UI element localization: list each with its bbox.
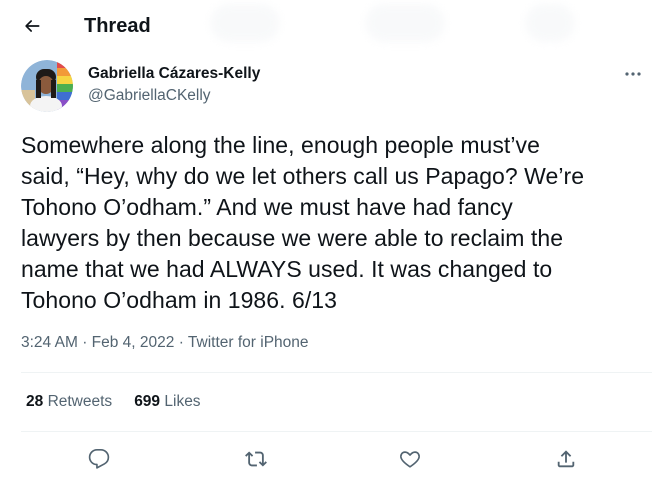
divider [21, 431, 652, 432]
likes-stat[interactable]: 699 Likes [134, 392, 200, 412]
profile-photo [21, 60, 73, 112]
retweet-icon [245, 451, 267, 467]
retweets-stat[interactable]: 28 Retweets [26, 392, 112, 412]
tweet-date[interactable]: Feb 4, 2022 [92, 334, 175, 351]
meta-separator: · [82, 334, 88, 351]
thread-header: Thread [0, 0, 652, 52]
tweet-time[interactable]: 3:24 AM [21, 334, 78, 351]
arrow-left-icon [25, 20, 40, 32]
more-options-button[interactable] [620, 64, 646, 84]
reply-button[interactable] [84, 444, 114, 474]
likes-count: 699 [134, 393, 161, 410]
share-icon [557, 450, 575, 468]
blurred-header-element [525, 4, 575, 42]
tweet-source[interactable]: Twitter for iPhone [188, 334, 309, 351]
retweets-count: 28 [26, 393, 44, 410]
tweet-meta: 3:24 AM · Feb 4, 2022 · Twitter for iPho… [21, 333, 309, 353]
page-title: Thread [84, 15, 151, 37]
author-handle[interactable]: @GabriellaCKelly [88, 86, 211, 106]
heart-icon [400, 451, 420, 468]
back-button[interactable] [14, 8, 50, 44]
blurred-header-element [365, 4, 445, 42]
blurred-header-element [210, 4, 280, 42]
divider [21, 372, 652, 373]
reply-icon [88, 449, 110, 469]
retweets-label: Retweets [47, 393, 113, 410]
tweet-stats: 28 Retweets 699 Likes [26, 392, 201, 412]
meta-separator: · [178, 334, 184, 351]
likes-label: Likes [164, 393, 201, 410]
author-name[interactable]: Gabriella Cázares-Kelly [88, 64, 260, 84]
share-button[interactable] [551, 444, 581, 474]
avatar[interactable] [21, 60, 73, 112]
tweet-actions [0, 444, 652, 474]
retweet-button[interactable] [241, 444, 271, 474]
like-button[interactable] [395, 444, 425, 474]
more-icon [625, 72, 641, 76]
tweet-text: Somewhere along the line, enough people … [21, 132, 585, 313]
